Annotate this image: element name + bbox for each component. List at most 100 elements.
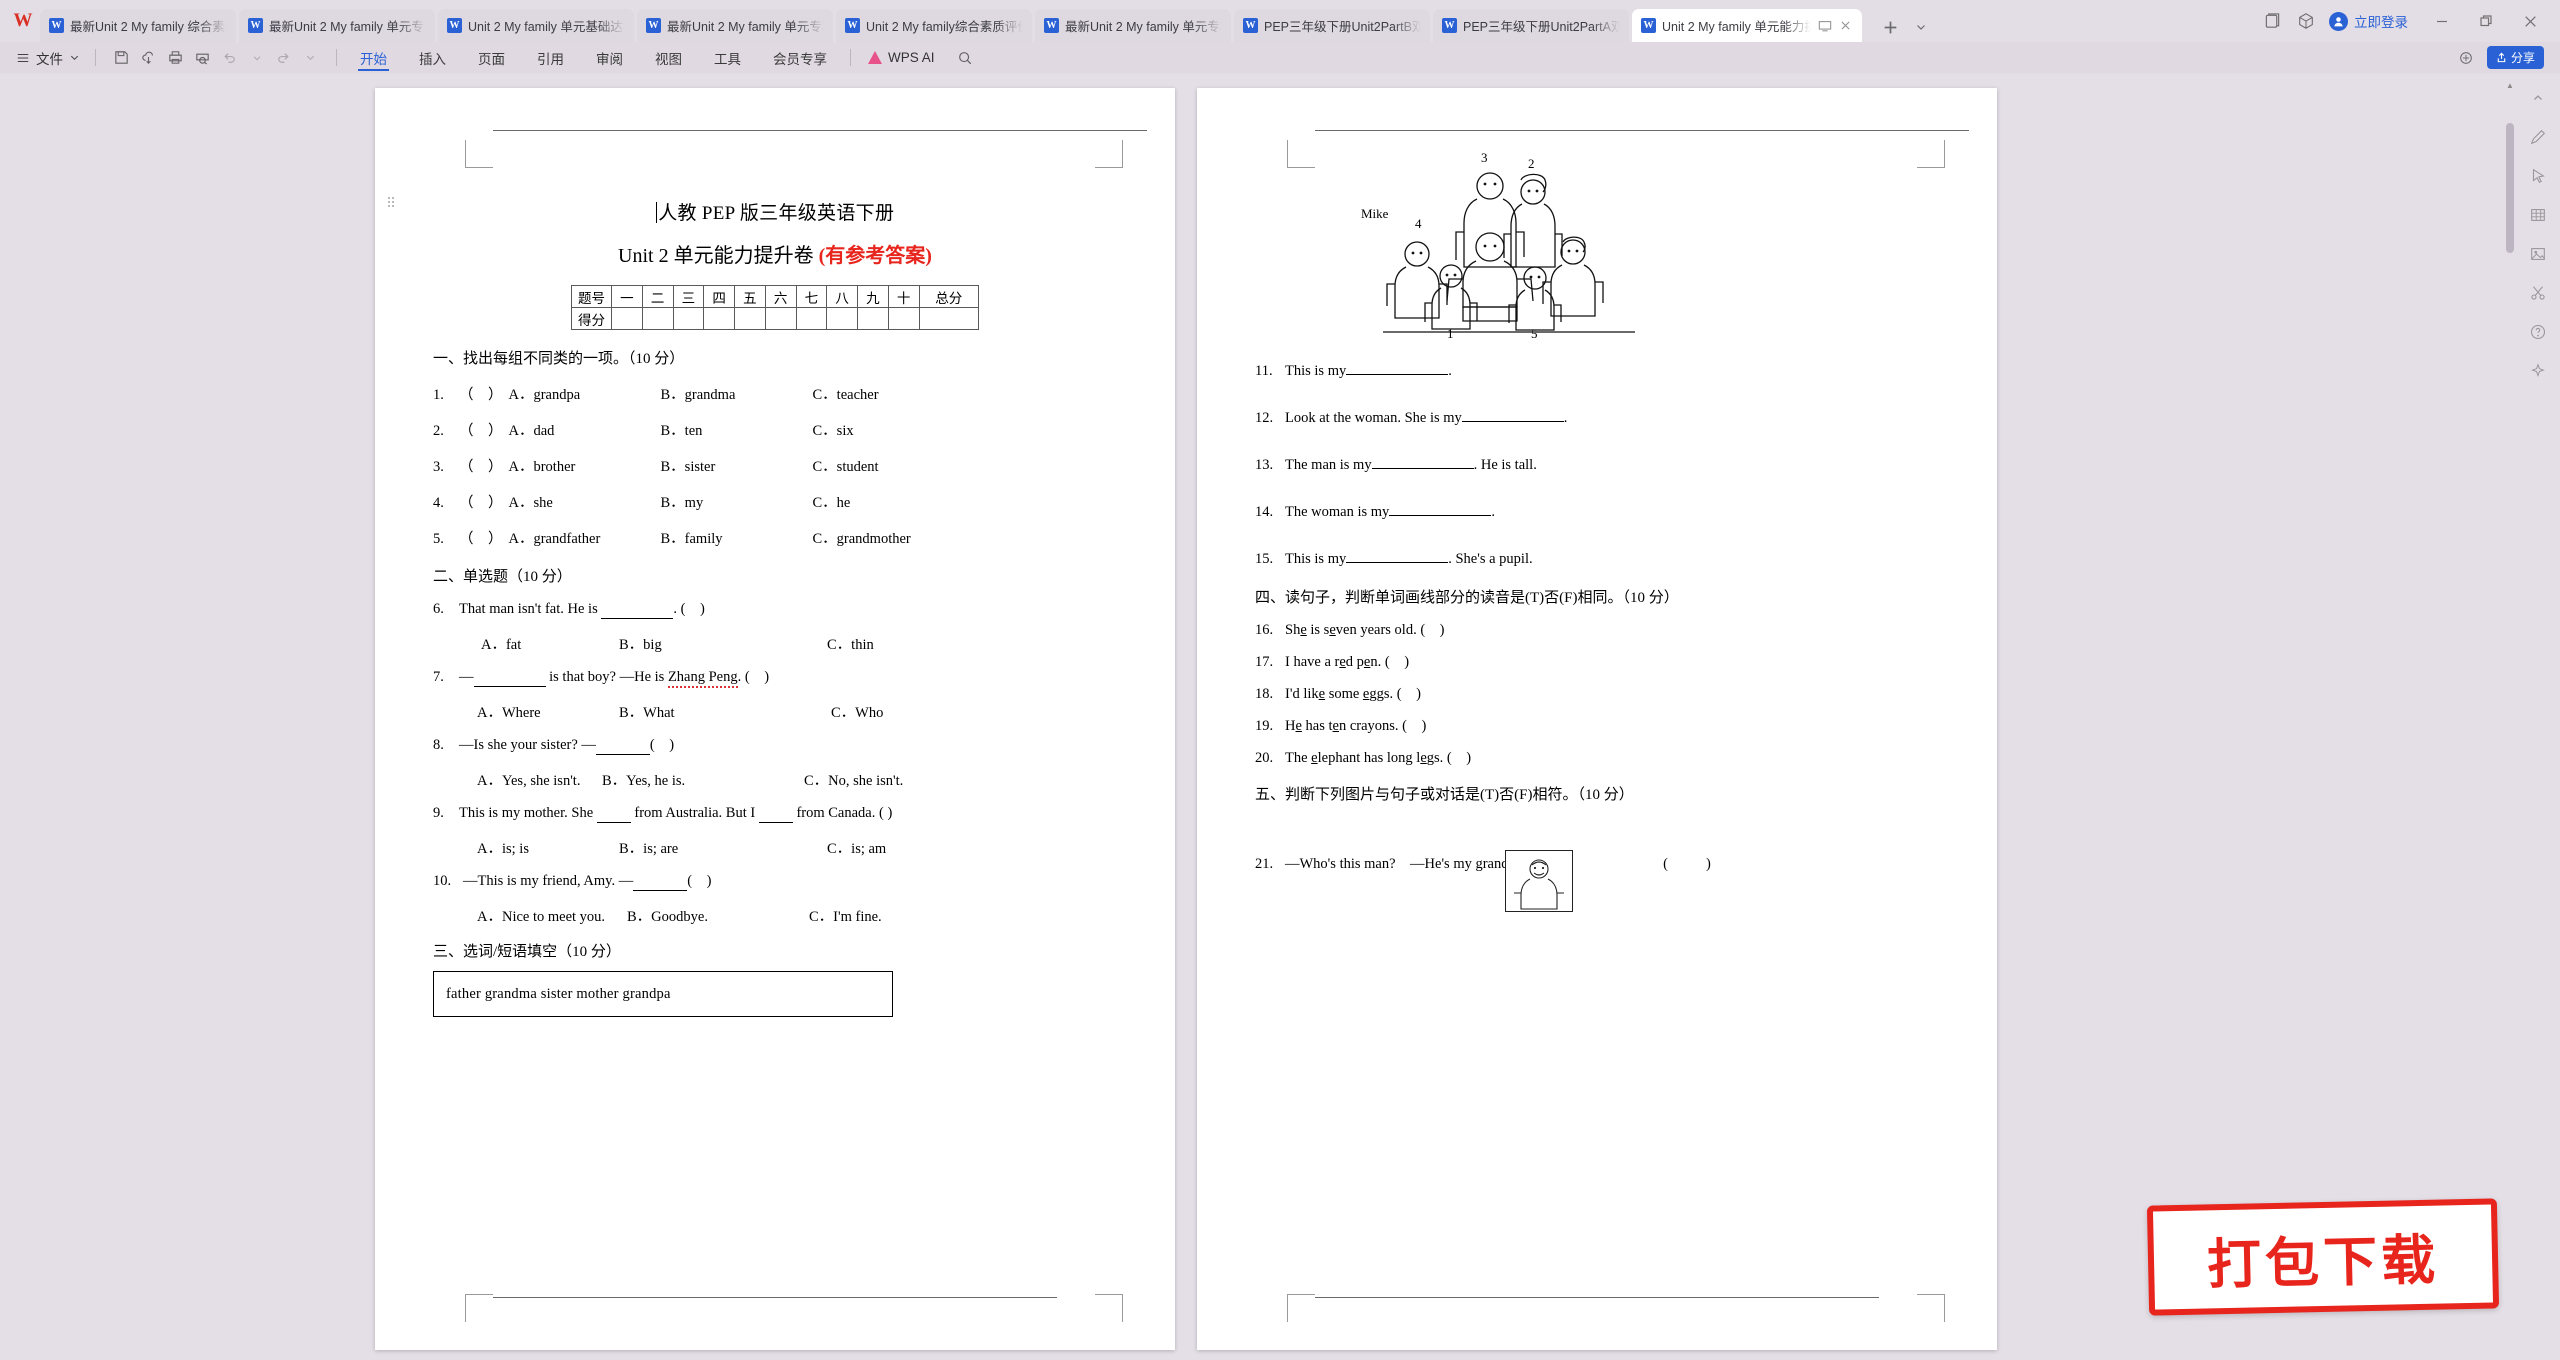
qat-more-icon[interactable] — [298, 46, 323, 69]
option-b: B．ten — [660, 423, 703, 439]
print-preview-icon[interactable] — [190, 46, 215, 69]
question-number: 11. — [1255, 363, 1273, 379]
question-text-d: ) — [764, 669, 770, 685]
download-watermark[interactable]: 打包下载 — [2146, 1198, 2500, 1316]
divider — [336, 49, 337, 66]
table-insert-icon[interactable] — [2525, 202, 2551, 228]
word-doc-icon: W — [1044, 18, 1059, 33]
word-doc-icon: W — [845, 18, 860, 33]
tab-label: Unit 2 My family综合素质评价试卷 — [866, 20, 1023, 34]
question-8: 8. —Is she your sister? — ( ) — [433, 737, 1117, 755]
undo-dropdown-icon[interactable] — [244, 46, 269, 69]
question-number: 2. — [433, 423, 444, 439]
question-number: 12. — [1255, 410, 1274, 426]
hamburger-icon — [17, 53, 29, 62]
undo-icon[interactable] — [217, 46, 242, 69]
ribbon-tab-tools[interactable]: 工具 — [698, 42, 757, 73]
wps-ai-button[interactable]: WPS AI — [858, 50, 945, 65]
document-tab-5[interactable]: W Unit 2 My family综合素质评价试卷 — [836, 9, 1032, 42]
question-number: 10. — [433, 873, 452, 889]
wps-ai-icon — [868, 51, 882, 64]
fill-blank — [473, 669, 546, 687]
cell — [795, 307, 828, 330]
share-button[interactable]: 分享 — [2486, 46, 2544, 69]
new-tab-dropdown-icon[interactable] — [1906, 12, 1936, 42]
help-icon[interactable] — [2525, 319, 2551, 345]
header-rule — [493, 130, 1147, 131]
question-8-options: A．Yes, she isn't. B．Yes, he is. C．No, sh… — [433, 769, 1117, 790]
close-tab-icon[interactable] — [1839, 19, 1853, 33]
question-text-c: . ( — [737, 669, 750, 685]
question-14: 14. The woman is my . — [1255, 504, 1939, 521]
new-tab-button[interactable] — [1875, 12, 1905, 42]
document-tab-6[interactable]: W 最新Unit 2 My family 单元专项复习 — [1035, 9, 1231, 42]
ribbon-tab-view[interactable]: 视图 — [639, 42, 698, 73]
document-tab-8[interactable]: W PEP三年级下册Unit2PartA双减分层 — [1433, 9, 1629, 42]
scroll-up-arrow-icon[interactable]: ▲ — [2506, 81, 2514, 90]
question-number: 9. — [433, 805, 444, 821]
question-text: That man isn't fat. He is — [459, 601, 602, 617]
image-insert-icon[interactable] — [2525, 241, 2551, 267]
ribbon-tab-reference[interactable]: 引用 — [521, 42, 580, 73]
question-number: 8. — [433, 737, 444, 753]
scissors-icon[interactable] — [2525, 280, 2551, 306]
tab-list-icon[interactable] — [2257, 6, 2287, 36]
family-illustration: 3 2 Mike 4 1 5 — [1361, 150, 1655, 341]
print-icon[interactable] — [163, 46, 188, 69]
document-page-1[interactable]: 人教 PEP 版三年级英语下册 Unit 2 单元能力提升卷 (有参考答案) 题… — [375, 88, 1175, 1350]
ribbon-tab-start[interactable]: 开始 — [344, 42, 403, 73]
file-menu-button[interactable]: 文件 — [10, 48, 88, 68]
answer-paren-open: ( — [1663, 856, 1668, 872]
pen-icon[interactable] — [2525, 124, 2551, 150]
ribbon-tab-review[interactable]: 审阅 — [580, 42, 639, 73]
present-mode-icon[interactable] — [1818, 19, 1832, 33]
app-cube-icon[interactable] — [2291, 6, 2321, 36]
answer-paren-close: ) — [1705, 856, 1711, 872]
search-icon[interactable] — [953, 46, 978, 69]
option-a: A．dad — [508, 423, 555, 439]
maximize-restore-button[interactable] — [2466, 0, 2506, 42]
cloud-save-icon[interactable] — [136, 46, 161, 69]
question-text-b: ( — [687, 873, 693, 889]
collaborate-icon[interactable] — [2454, 46, 2479, 69]
spell-error-name: Zhang Peng — [667, 669, 738, 688]
sparkle-icon[interactable] — [2525, 358, 2551, 384]
ribbon-tab-page[interactable]: 页面 — [462, 42, 521, 73]
question-number: 19. — [1255, 718, 1274, 734]
redo-icon[interactable] — [271, 46, 296, 69]
scrollbar-thumb[interactable] — [2506, 123, 2514, 253]
question-text-b: ( — [649, 737, 655, 753]
option-a: A．she — [508, 495, 553, 511]
rail-up-icon[interactable] — [2525, 85, 2551, 111]
tab-label: Unit 2 My family 单元能力提 — [1662, 20, 1811, 34]
document-tab-7[interactable]: W PEP三年级下册Unit2PartB双减分层 — [1234, 9, 1430, 42]
document-tab-9-active[interactable]: W Unit 2 My family 单元能力提 — [1632, 9, 1862, 42]
document-tab-3[interactable]: W Unit 2 My family 单元基础达标卷（ — [438, 9, 634, 42]
document-tab-4[interactable]: W 最新Unit 2 My family 单元专项复习 — [637, 9, 833, 42]
cell: 三 — [672, 285, 705, 308]
save-icon[interactable] — [109, 46, 134, 69]
cell — [734, 307, 766, 330]
question-number: 5. — [433, 531, 444, 547]
cursor-select-icon[interactable] — [2525, 163, 2551, 189]
document-tab-2[interactable]: W 最新Unit 2 My family 单元专项复习 — [239, 9, 435, 42]
cell: 八 — [826, 285, 858, 308]
cell — [918, 307, 979, 330]
fill-blank — [758, 805, 793, 823]
table-row: 得分 — [571, 307, 979, 330]
minimize-button[interactable] — [2422, 0, 2462, 42]
cell — [857, 307, 889, 330]
document-page-2[interactable]: 3 2 Mike 4 1 5 11. This is my . 12. Look… — [1197, 88, 1997, 1350]
ribbon-tab-insert[interactable]: 插入 — [403, 42, 462, 73]
ribbon-tab-member[interactable]: 会员专享 — [757, 42, 843, 73]
option-a: A．grandpa — [508, 387, 581, 403]
option-c: C．thin — [827, 637, 874, 653]
word-doc-icon: W — [49, 18, 64, 33]
document-tab-1[interactable]: W 最新Unit 2 My family 综合素质达标 — [40, 9, 236, 42]
vertical-scrollbar[interactable]: ▲ — [2506, 81, 2514, 1261]
login-button[interactable]: 立即登录 — [2325, 11, 2418, 31]
cell: 题号 — [571, 285, 612, 308]
paragraph-drag-handle-icon[interactable] — [387, 196, 396, 209]
close-window-button[interactable] — [2510, 0, 2550, 42]
option-a: A．Where — [477, 705, 541, 721]
